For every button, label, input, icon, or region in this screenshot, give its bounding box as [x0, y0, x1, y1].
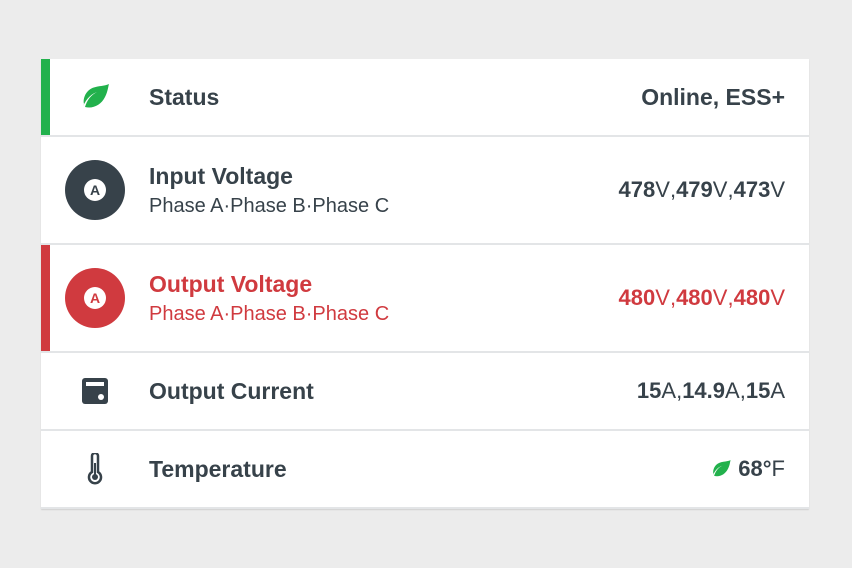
- badge-letter: A: [84, 287, 106, 309]
- input-voltage-label: Input Voltage: [149, 163, 293, 189]
- output-current-label: Output Current: [149, 378, 314, 404]
- input-voltage-b: 479: [676, 177, 713, 202]
- badge-letter: A: [84, 179, 106, 201]
- temperature-row: Temperature 68 ° F: [41, 431, 809, 509]
- input-voltage-c: 473: [733, 177, 771, 202]
- output-voltage-a: 480: [618, 285, 656, 310]
- thermometer-icon: [87, 453, 103, 485]
- temperature-label: Temperature: [149, 456, 287, 482]
- input-voltage-a: 478: [618, 177, 656, 202]
- leaf-icon: [712, 460, 731, 478]
- status-row: Status Online, ESS+: [41, 59, 809, 137]
- ups-status-panel: Status Online, ESS+ A Input Voltage Phas…: [41, 59, 809, 509]
- temperature-number: 68: [738, 456, 763, 481]
- meter-icon: [82, 378, 108, 404]
- output-current-a: 15: [636, 378, 662, 403]
- alarm-accent: [41, 245, 50, 351]
- output-current-values: 15 A, 14.9 A, 15 A: [636, 378, 785, 403]
- input-voltage-phases: Phase A·Phase B·Phase C: [149, 195, 390, 217]
- phase-a-badge-icon: A: [65, 268, 125, 328]
- output-voltage-values: 480 V, 480 V, 480 V: [618, 285, 785, 310]
- status-value: Online, ESS+: [641, 83, 785, 110]
- temperature-value: 68 ° F: [710, 431, 785, 507]
- output-voltage-label: Output Voltage: [149, 271, 313, 297]
- output-voltage-row: A Output Voltage Phase A·Phase B·Phase C…: [41, 245, 809, 353]
- input-voltage-values: 478 V, 479 V, 473 V: [618, 177, 785, 202]
- status-label: Status: [149, 84, 220, 110]
- output-current-b: 14.9: [682, 378, 726, 403]
- status-icon-slot: [65, 59, 125, 135]
- status-ok-accent: [41, 59, 50, 135]
- output-voltage-c: 480: [733, 285, 771, 310]
- phase-a-badge-icon: A: [65, 160, 125, 220]
- output-voltage-phases: Phase A·Phase B·Phase C: [149, 303, 390, 325]
- input-voltage-row: A Input Voltage Phase A·Phase B·Phase C …: [41, 137, 809, 245]
- leaf-icon: [82, 84, 109, 109]
- output-current-c: 15: [745, 378, 771, 403]
- output-voltage-b: 480: [676, 285, 713, 310]
- output-current-row: Output Current 15 A, 14.9 A, 15 A: [41, 353, 809, 431]
